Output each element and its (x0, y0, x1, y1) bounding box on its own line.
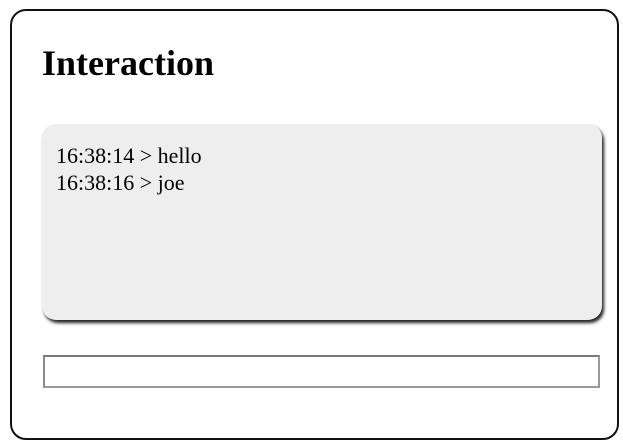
message-input[interactable] (43, 355, 600, 388)
interaction-panel: Interaction 16:38:14 > hello 16:38:16 > … (10, 9, 619, 440)
panel-title: Interaction (42, 43, 214, 83)
log-line: 16:38:16 > joe (56, 170, 185, 195)
log-line: 16:38:14 > hello (56, 143, 202, 168)
message-log: 16:38:14 > hello 16:38:16 > joe (42, 124, 602, 320)
